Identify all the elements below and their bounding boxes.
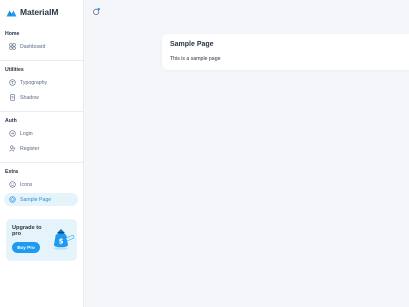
buy-pro-button[interactable]: Buy Pro xyxy=(12,242,40,253)
sidebar-item-label: Icons xyxy=(20,181,33,188)
section-title-auth: Auth xyxy=(5,118,17,124)
page-title: Sample Page xyxy=(170,41,214,48)
divider xyxy=(0,162,84,163)
svg-text:$: $ xyxy=(59,238,64,246)
logo-icon xyxy=(6,10,17,16)
upgrade-promo-card: Upgrade to pro Buy Pro $ xyxy=(6,219,77,261)
section-title-utilities: Utilities xyxy=(5,67,24,73)
shadow-icon xyxy=(9,94,16,101)
aperture-icon xyxy=(9,196,16,203)
sidebar: MaterialM Home Dashboard Utilities Typog… xyxy=(0,0,84,307)
section-title-home: Home xyxy=(5,31,20,37)
sidebar-item-login[interactable]: Login xyxy=(4,127,78,140)
divider xyxy=(0,60,84,61)
promo-title: Upgrade to pro xyxy=(12,225,42,238)
sidebar-item-label: Typography xyxy=(20,79,48,86)
sample-page-card: Sample Page This is a sample page xyxy=(162,34,409,70)
page-description: This is a sample page xyxy=(170,56,221,62)
sidebar-item-dashboard[interactable]: Dashboard xyxy=(4,40,78,53)
divider xyxy=(0,111,84,112)
sidebar-item-label: Login xyxy=(20,130,33,137)
sidebar-item-label: Register xyxy=(20,145,40,152)
mood-icon xyxy=(9,181,16,188)
user-plus-icon xyxy=(9,145,16,152)
sidebar-item-icons[interactable]: Icons xyxy=(4,178,78,191)
sidebar-item-typography[interactable]: Typography xyxy=(4,76,78,89)
brand-logo[interactable]: MaterialM xyxy=(6,6,58,18)
sidebar-item-label: Shadow xyxy=(20,94,39,101)
text-size-icon xyxy=(9,79,16,86)
brand-name: MaterialM xyxy=(20,7,59,17)
section-title-extra: Extra xyxy=(5,169,18,175)
layout-grid-icon xyxy=(9,43,16,50)
money-bag-icon: $ xyxy=(54,229,75,250)
notification-icon[interactable] xyxy=(92,7,101,16)
login-icon xyxy=(9,130,16,137)
sidebar-item-shadow[interactable]: Shadow xyxy=(4,91,78,104)
sidebar-item-register[interactable]: Register xyxy=(4,142,78,155)
sidebar-item-label: Dashboard xyxy=(20,43,46,50)
sidebar-item-sample-page[interactable]: Sample Page xyxy=(4,193,78,206)
sidebar-item-label: Sample Page xyxy=(20,196,52,203)
